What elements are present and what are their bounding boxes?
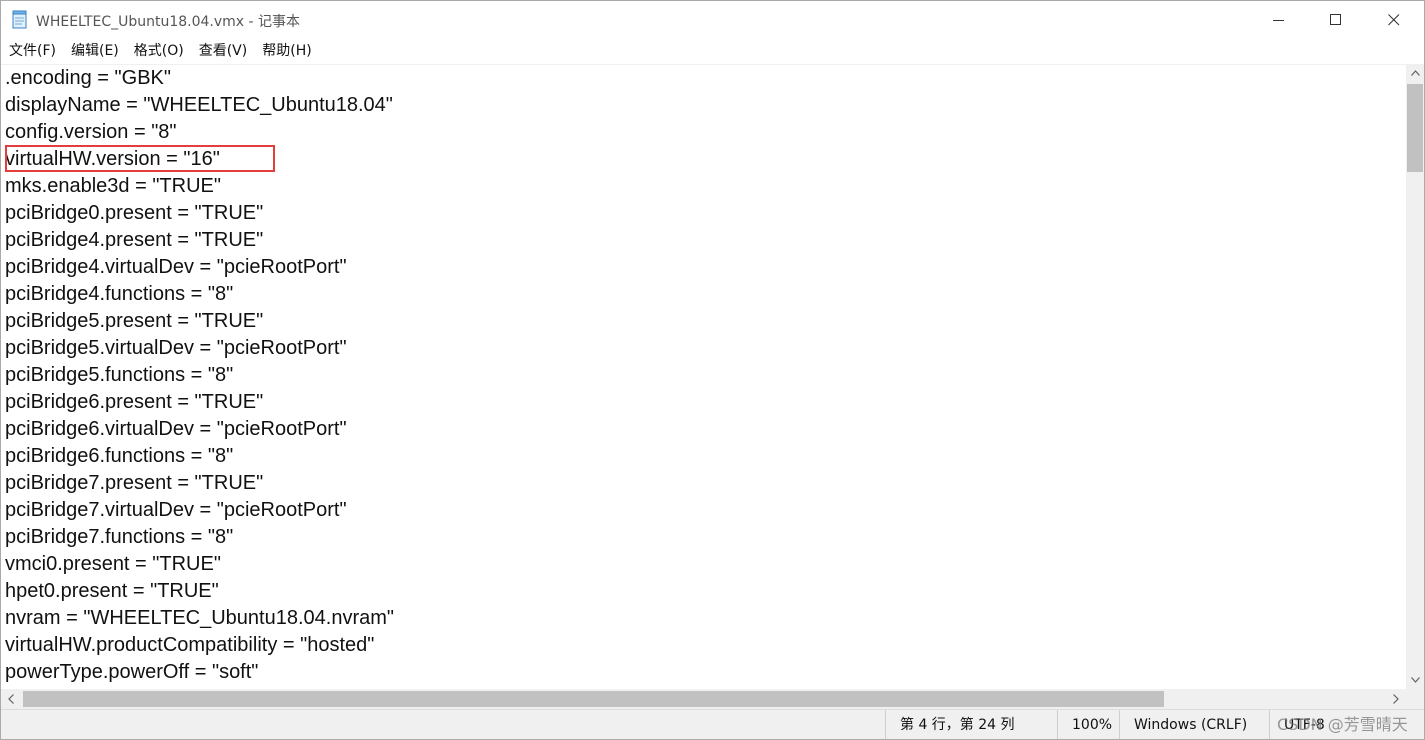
vertical-scrollbar[interactable] — [1406, 64, 1424, 689]
text-line[interactable]: pciBridge5.functions = "8" — [5, 362, 233, 389]
title-bar[interactable]: WHEELTEC_Ubuntu18.04.vmx - 记事本 — [1, 1, 1424, 39]
chevron-right-icon — [1393, 694, 1399, 704]
chevron-left-icon — [8, 694, 14, 704]
text-line[interactable]: pciBridge0.present = "TRUE" — [5, 200, 263, 227]
minimize-button[interactable] — [1250, 1, 1308, 39]
menu-help[interactable]: 帮助(H) — [254, 39, 318, 63]
window-title: WHEELTEC_Ubuntu18.04.vmx - 记事本 — [36, 14, 301, 30]
text-line[interactable]: hpet0.present = "TRUE" — [5, 578, 219, 605]
text-editor[interactable]: .encoding = "GBK" displayName = "WHEELTE… — [1, 64, 1406, 690]
text-line[interactable]: virtualHW.productCompatibility = "hosted… — [5, 632, 374, 659]
text-line[interactable]: powerType.powerOff = "soft" — [5, 659, 258, 686]
cursor-position: 第 4 行，第 24 列 — [885, 710, 1057, 739]
text-line[interactable]: pciBridge7.virtualDev = "pcieRootPort" — [5, 497, 347, 524]
text-line[interactable]: pciBridge5.present = "TRUE" — [5, 308, 263, 335]
text-line[interactable]: .encoding = "GBK" — [5, 65, 171, 92]
text-line[interactable]: pciBridge6.functions = "8" — [5, 443, 233, 470]
maximize-button[interactable] — [1307, 1, 1365, 39]
text-line[interactable]: pciBridge7.present = "TRUE" — [5, 470, 263, 497]
close-icon — [1388, 14, 1400, 26]
chevron-down-icon — [1410, 677, 1420, 683]
menu-format[interactable]: 格式(O) — [126, 39, 191, 63]
text-line[interactable]: pciBridge6.virtualDev = "pcieRootPort" — [5, 416, 347, 443]
text-line[interactable]: pciBridge5.virtualDev = "pcieRootPort" — [5, 335, 347, 362]
text-line[interactable]: pciBridge6.present = "TRUE" — [5, 389, 263, 416]
scroll-down-button[interactable] — [1406, 671, 1424, 689]
text-line[interactable]: pciBridge4.present = "TRUE" — [5, 227, 263, 254]
line-ending: Windows (CRLF) — [1119, 710, 1269, 739]
chevron-up-icon — [1410, 70, 1420, 76]
scroll-up-button[interactable] — [1406, 64, 1424, 82]
text-line[interactable]: nvram = "WHEELTEC_Ubuntu18.04.nvram" — [5, 605, 394, 632]
text-line[interactable]: mks.enable3d = "TRUE" — [5, 173, 221, 200]
text-line[interactable]: vmci0.present = "TRUE" — [5, 551, 221, 578]
text-line[interactable]: pciBridge4.functions = "8" — [5, 281, 233, 308]
scrollbar-thumb[interactable] — [23, 691, 1164, 707]
notepad-window: WHEELTEC_Ubuntu18.04.vmx - 记事本 文件(F) 编辑(… — [0, 0, 1425, 740]
maximize-icon — [1330, 14, 1341, 25]
horizontal-scrollbar[interactable] — [1, 689, 1406, 709]
scrollbar-corner — [1406, 689, 1424, 709]
close-button[interactable] — [1365, 1, 1423, 39]
scroll-left-button[interactable] — [1, 689, 21, 709]
scroll-right-button[interactable] — [1386, 689, 1406, 709]
notepad-icon — [12, 10, 27, 29]
menu-bar: 文件(F) 编辑(E) 格式(O) 查看(V) 帮助(H) — [1, 39, 1424, 63]
watermark: CSDN @芳雪晴天 — [1277, 715, 1408, 734]
text-line[interactable]: displayName = "WHEELTEC_Ubuntu18.04" — [5, 92, 393, 119]
text-line[interactable]: pciBridge4.virtualDev = "pcieRootPort" — [5, 254, 347, 281]
menu-edit[interactable]: 编辑(E) — [63, 39, 126, 63]
menu-file[interactable]: 文件(F) — [1, 39, 63, 63]
text-line[interactable]: config.version = "8" — [5, 119, 177, 146]
status-bar: 第 4 行，第 24 列 100% Windows (CRLF) UTF-8 — [1, 709, 1424, 739]
minimize-icon — [1273, 20, 1284, 21]
menu-view[interactable]: 查看(V) — [191, 39, 255, 63]
text-line[interactable]: pciBridge7.functions = "8" — [5, 524, 233, 551]
scrollbar-thumb[interactable] — [1407, 84, 1423, 172]
text-line[interactable]: virtualHW.version = "16" — [5, 146, 220, 173]
zoom-level: 100% — [1057, 710, 1119, 739]
